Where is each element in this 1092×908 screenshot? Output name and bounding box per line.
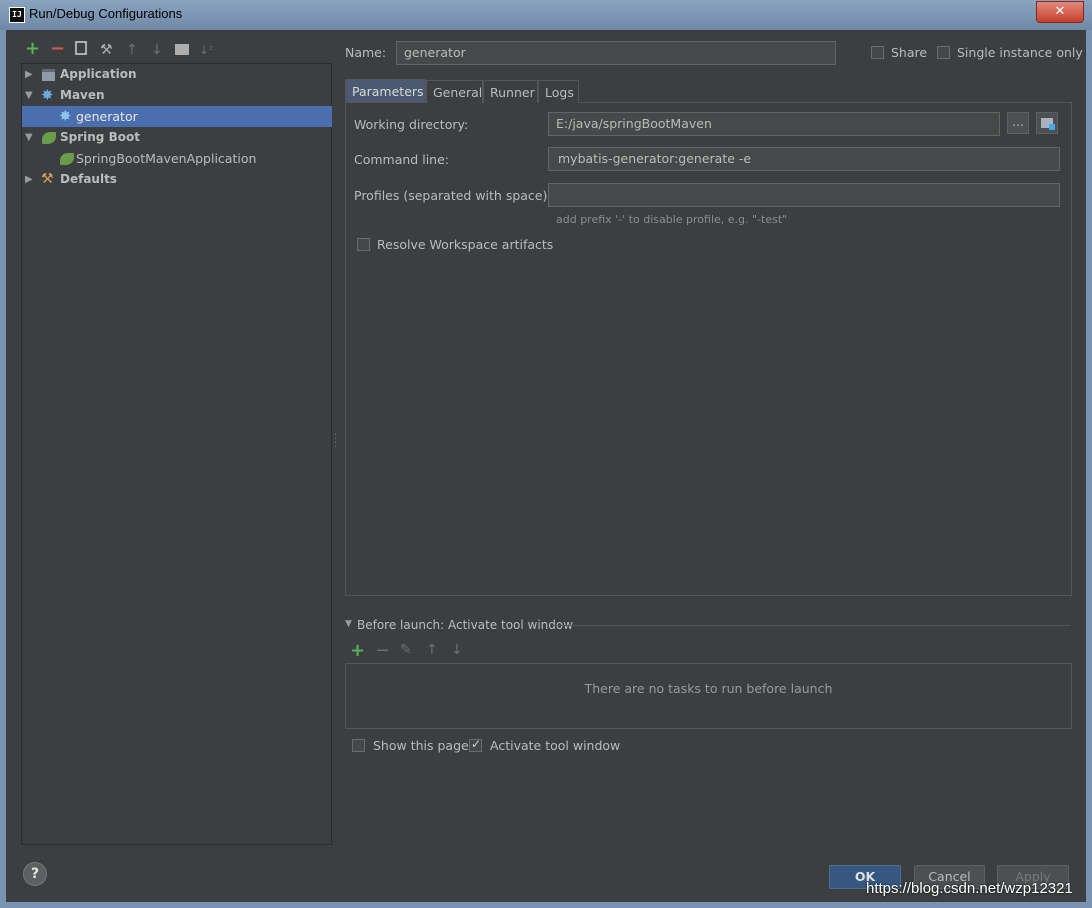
panel-splitter-handle[interactable]: · · · · [334, 431, 337, 453]
share-checkbox[interactable] [871, 46, 884, 59]
move-task-up-icon[interactable]: ↑ [426, 642, 438, 658]
tree-item-label: Application [60, 67, 137, 81]
move-task-down-icon[interactable]: ↓ [451, 642, 463, 658]
defaults-wrench-icon: ⚒ [41, 171, 54, 187]
copy-configuration-icon[interactable] [75, 41, 87, 55]
show-this-page-label[interactable]: Show this page [373, 738, 469, 753]
window-border-bottom [0, 902, 1092, 908]
help-button[interactable]: ? [23, 862, 47, 886]
remove-configuration-button[interactable]: − [50, 40, 65, 58]
move-down-icon[interactable]: ↓ [151, 42, 163, 58]
edit-task-icon[interactable]: ✎ [400, 642, 412, 658]
before-launch-title[interactable]: Before launch: Activate tool window [357, 618, 573, 632]
tab-runner[interactable]: Runner [483, 80, 538, 103]
tree-item-label: SpringBootMavenApplication [76, 151, 257, 166]
tab-panel-parameters [345, 102, 1072, 596]
profiles-label: Profiles (separated with space): [354, 188, 552, 203]
tab-parameters[interactable]: Parameters [345, 79, 426, 102]
command-line-label: Command line: [354, 152, 449, 167]
working-directory-label: Working directory: [354, 117, 469, 132]
tree-item-label: Maven [60, 88, 105, 102]
edit-defaults-wrench-icon[interactable]: ⚒ [100, 42, 113, 58]
module-folder-icon[interactable] [1036, 112, 1058, 134]
empty-tasks-message: There are no tasks to run before launch [584, 681, 833, 696]
move-up-icon[interactable]: ↑ [126, 42, 138, 58]
add-configuration-button[interactable]: + [25, 40, 40, 58]
name-input[interactable]: generator [396, 41, 836, 65]
single-instance-checkbox[interactable] [937, 46, 950, 59]
working-directory-input[interactable]: E:/java/springBootMaven [548, 112, 1000, 136]
collapsed-arrow-icon[interactable]: ▶ [25, 169, 33, 190]
single-instance-label[interactable]: Single instance only [957, 45, 1083, 60]
show-this-page-checkbox[interactable] [352, 739, 365, 752]
resolve-workspace-label[interactable]: Resolve Workspace artifacts [377, 237, 553, 252]
expanded-arrow-icon[interactable]: ▼ [25, 127, 33, 148]
window-title: Run/Debug Configurations [29, 6, 183, 21]
application-icon [42, 69, 55, 81]
profiles-hint: add prefix '-' to disable profile, e.g. … [556, 213, 788, 226]
expanded-arrow-icon[interactable]: ▼ [25, 85, 33, 106]
title-bar[interactable]: IJ Run/Debug Configurations ✕ [0, 0, 1092, 30]
tree-item-label: generator [76, 109, 138, 124]
share-label[interactable]: Share [891, 45, 927, 60]
before-launch-divider [552, 625, 1070, 626]
resolve-workspace-checkbox[interactable] [357, 238, 370, 251]
maven-gear-icon: ✸ [41, 86, 54, 104]
tab-general[interactable]: General [426, 80, 483, 103]
window-border-right [1086, 30, 1092, 908]
collapsed-arrow-icon[interactable]: ▶ [25, 64, 33, 85]
before-launch-task-list[interactable]: There are no tasks to run before launch [345, 663, 1072, 729]
add-task-icon[interactable]: + [350, 640, 365, 661]
window-close-button[interactable]: ✕ [1036, 1, 1084, 23]
profiles-input[interactable] [548, 183, 1060, 207]
tree-item-label: Spring Boot [60, 130, 140, 144]
activate-tool-window-label[interactable]: Activate tool window [490, 738, 620, 753]
folder-icon[interactable] [175, 44, 189, 55]
maven-gear-icon: ✸ [59, 107, 72, 125]
tab-logs[interactable]: Logs [538, 80, 579, 103]
sort-icon[interactable]: ↓ᶻ [199, 42, 213, 58]
before-launch-collapse-icon[interactable]: ▼ [345, 619, 352, 629]
intellij-app-icon: IJ [9, 7, 25, 23]
watermark-text: https://blog.csdn.net/wzp12321 [866, 880, 1073, 897]
remove-task-icon[interactable]: − [375, 640, 390, 661]
name-label: Name: [345, 45, 387, 60]
command-line-input[interactable]: mybatis-generator:generate -e [548, 147, 1060, 171]
browse-button[interactable]: ... [1007, 112, 1029, 134]
tree-item-label: Defaults [60, 172, 117, 186]
activate-tool-window-checkbox[interactable] [469, 737, 482, 752]
